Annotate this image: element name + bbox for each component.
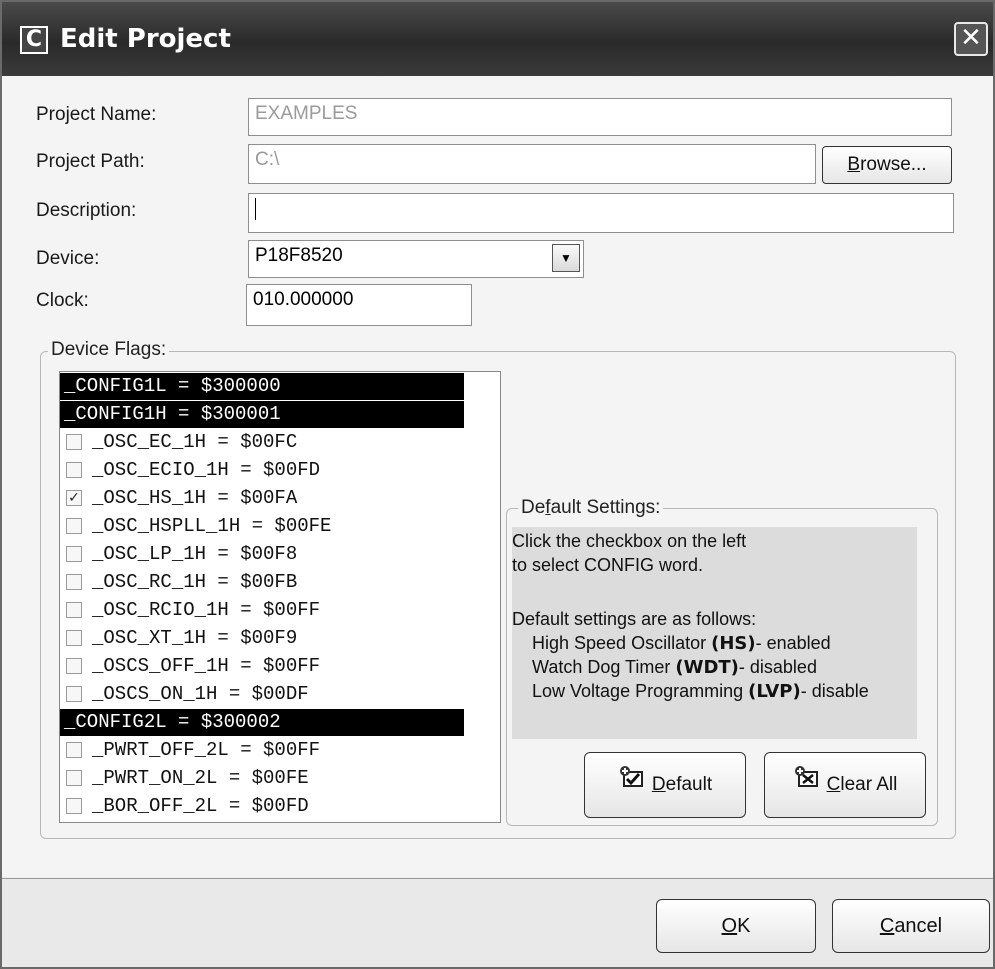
flag-checkbox[interactable] [66,462,82,478]
flag-checkbox[interactable] [66,546,82,562]
default-settings-icon [618,753,646,817]
default-settings-label: Default Settings: [518,497,664,519]
flag-row[interactable]: _PWRT_OFF_2L = $00FF [60,737,464,764]
device-flags-label: Device Flags: [48,339,170,361]
description-field[interactable] [248,193,954,233]
flag-checkbox[interactable] [66,434,82,450]
flag-checkbox[interactable] [66,574,82,590]
window-title: Edit Project [60,24,231,54]
flag-label: _PWRT_ON_2L = $00FE [92,767,309,789]
app-icon: C [20,26,48,54]
clear-all-icon [793,753,821,817]
info-line: Default settings are as follows: [512,609,757,629]
check-icon: ✓ [68,490,80,506]
flag-checkbox[interactable] [66,658,82,674]
config-header-row[interactable]: _CONFIG1L = $300000 [60,373,464,400]
flag-label: _OSC_RCIO_1H = $00FF [92,599,321,621]
close-button[interactable]: ✕ [954,22,988,56]
info-line: to select CONFIG word. [512,555,704,575]
flag-row[interactable]: _OSC_ECIO_1H = $00FD [60,457,464,484]
flag-row[interactable]: _OSC_XT_1H = $00F9 [60,625,464,652]
flag-label: _OSCS_ON_1H = $00DF [92,683,309,705]
flag-label: _OSC_RC_1H = $00FB [92,571,298,593]
edit-project-dialog: C Edit Project ✕ Project Name: EXAMPLES … [0,0,995,969]
flag-checkbox[interactable] [66,686,82,702]
default-settings-info: Click the checkbox on the left to select… [512,527,917,739]
flag-row[interactable]: _OSCS_OFF_1H = $00FF [60,653,464,680]
browse-button[interactable]: Browse... [822,146,952,184]
info-line-hs: High Speed Oscillator (HS)- enabled [532,633,831,654]
project-path-label: Project Path: [36,151,145,172]
flag-row[interactable]: _OSC_HSPLL_1H = $00FE [60,513,464,540]
text-cursor [255,198,256,220]
flag-label: _BOR_OFF_2L = $00FD [92,795,309,817]
info-line-wdt: Watch Dog Timer (WDT)- disabled [532,657,817,678]
info-line-lvp: Low Voltage Programming (LVP)- disable [532,681,869,702]
close-icon: ✕ [960,23,982,53]
flag-label: _PWRT_OFF_2L = $00FF [92,739,321,761]
clear-all-button[interactable]: Clear All [764,752,926,818]
device-flags-list[interactable]: _CONFIG1L = $300000 _CONFIG1H = $300001 _O… [59,371,501,823]
flag-row[interactable]: _OSC_RC_1H = $00FB [60,569,464,596]
clock-label: Clock: [36,290,89,311]
default-button[interactable]: Default [584,752,746,818]
device-label: Device: [36,248,100,269]
flag-row[interactable]: _OSC_EC_1H = $00FC [60,429,464,456]
title-bar[interactable]: C Edit Project ✕ [2,2,993,76]
project-name-field[interactable]: EXAMPLES [248,98,952,136]
clock-field[interactable]: 010.000000 [246,284,472,326]
project-path-field[interactable]: C:\ [248,144,816,184]
flag-checkbox[interactable] [66,770,82,786]
flag-label: _OSC_HSPLL_1H = $00FE [92,515,332,537]
flag-label: _OSC_XT_1H = $00F9 [92,627,298,649]
flag-row[interactable]: _OSCS_ON_1H = $00DF [60,681,464,708]
flag-row[interactable]: ✓ _OSC_HS_1H = $00FA [60,485,464,512]
flag-label: _OSCS_OFF_1H = $00FF [92,655,321,677]
description-label: Description: [36,200,137,221]
flag-label: _OSC_HS_1H = $00FA [92,487,298,509]
project-name-label: Project Name: [36,104,157,125]
flag-row[interactable]: _OSC_RCIO_1H = $00FF [60,597,464,624]
config-header-row[interactable]: _CONFIG1H = $300001 [60,401,464,428]
flag-checkbox[interactable] [66,518,82,534]
cancel-button[interactable]: Cancel [832,899,990,953]
flag-checkbox[interactable] [66,742,82,758]
flag-checkbox[interactable] [66,630,82,646]
flag-row[interactable]: _OSC_LP_1H = $00F8 [60,541,464,568]
flag-label: _OSC_ECIO_1H = $00FD [92,459,321,481]
flag-checkbox[interactable] [66,798,82,814]
flag-checkbox[interactable] [66,602,82,618]
flag-row[interactable]: _BOR_OFF_2L = $00FD [60,793,464,820]
flag-label: _OSC_LP_1H = $00F8 [92,543,298,565]
config-header-row[interactable]: _CONFIG2L = $300002 [60,709,464,736]
flag-checkbox[interactable]: ✓ [66,490,82,506]
flag-label: _OSC_EC_1H = $00FC [92,431,298,453]
info-line: Click the checkbox on the left [512,531,747,551]
flag-row[interactable]: _PWRT_ON_2L = $00FE [60,765,464,792]
chevron-down-icon[interactable]: ▼ [552,244,580,272]
device-select[interactable]: P18F8520 ▼ [248,240,584,278]
ok-button[interactable]: OK [656,899,816,953]
